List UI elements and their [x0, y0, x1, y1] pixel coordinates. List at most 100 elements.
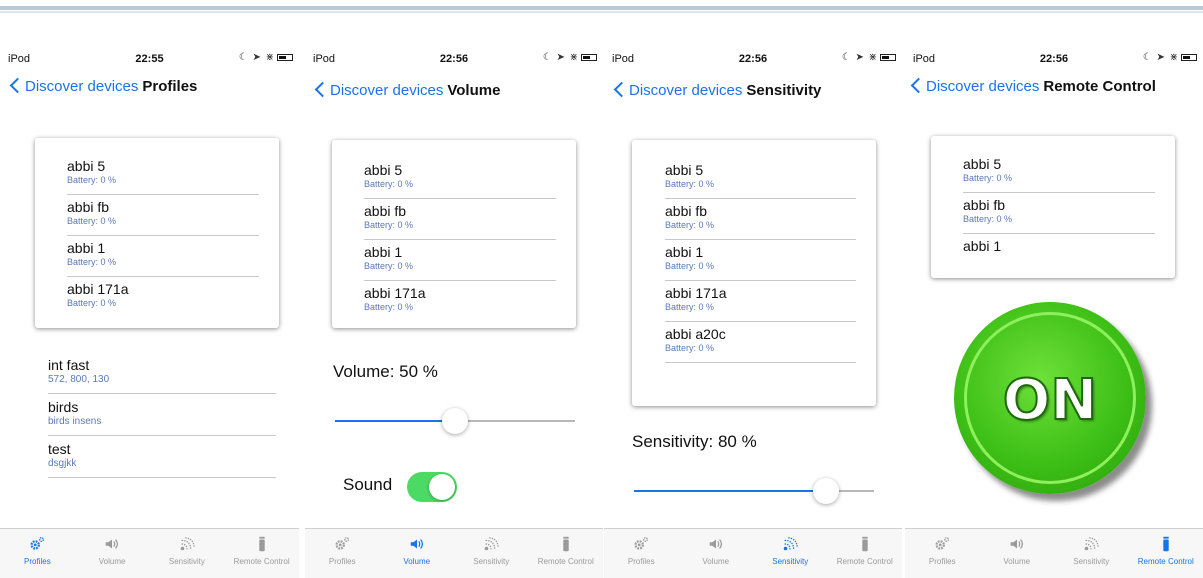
- device-battery: Battery: 0 %: [665, 302, 715, 312]
- tab-volume[interactable]: Volume: [75, 529, 150, 578]
- tab-remote-control[interactable]: Remote Control: [828, 529, 903, 578]
- device-row[interactable]: abbi fb Battery: 0 %: [963, 193, 1155, 234]
- device-row[interactable]: abbi 1 Battery: 0 %: [67, 236, 259, 277]
- device-row[interactable]: abbi fb Battery: 0 %: [364, 199, 556, 240]
- battery-icon: [1181, 53, 1197, 61]
- on-button[interactable]: ON: [954, 302, 1146, 494]
- tab-volume[interactable]: Volume: [380, 529, 455, 578]
- device-name: abbi 5: [665, 162, 704, 178]
- back-button[interactable]: Discover devices Volume: [314, 81, 500, 99]
- back-label: Discover devices: [330, 82, 444, 99]
- chevron-left-icon: [910, 77, 927, 94]
- tab-label: Sensitivity: [168, 557, 205, 566]
- tab-bar: Profiles Volume Sensitivity Remote Control: [305, 528, 603, 578]
- sensitivity-label: Sensitivity: 80 %: [632, 432, 757, 451]
- tab-label: Profiles: [24, 557, 51, 566]
- tab-remote-control[interactable]: Remote Control: [224, 529, 299, 578]
- sound-toggle[interactable]: [407, 472, 457, 502]
- device-name: abbi 5: [963, 156, 1002, 172]
- status-icons: ☾ ➤ ⋇: [1143, 52, 1197, 63]
- tab-volume[interactable]: Volume: [980, 529, 1055, 578]
- slider-knob[interactable]: [442, 408, 468, 434]
- tab-sensitivity[interactable]: Sensitivity: [753, 529, 828, 578]
- battery-icon: [880, 53, 896, 61]
- device-row[interactable]: abbi 1: [963, 234, 1155, 275]
- speaker-icon: [75, 529, 150, 557]
- screen-remote-control: iPod 22:56 ☾ ➤ ⋇ Discover devices Remote …: [905, 46, 1203, 578]
- tab-volume[interactable]: Volume: [679, 529, 754, 578]
- tab-bar: Profiles Volume Sensitivity Remote Control: [905, 528, 1203, 578]
- back-button[interactable]: Discover devices Profiles: [9, 77, 197, 95]
- device-row[interactable]: abbi fb Battery: 0 %: [665, 199, 856, 240]
- tab-sensitivity[interactable]: Sensitivity: [150, 529, 225, 578]
- tab-label: Remote Control: [1137, 557, 1194, 566]
- slider-knob[interactable]: [813, 478, 839, 504]
- device-row[interactable]: abbi 1 Battery: 0 %: [364, 240, 556, 281]
- device-row[interactable]: abbi 5 Battery: 0 %: [67, 154, 259, 195]
- device-name: abbi 5: [364, 162, 403, 178]
- tab-label: Remote Control: [233, 557, 290, 566]
- status-bar: iPod 22:56 ☾ ➤ ⋇: [905, 46, 1203, 68]
- gears-icon: [305, 529, 380, 557]
- profile-row[interactable]: birds birds insens: [48, 394, 276, 436]
- device-name: abbi fb: [364, 203, 407, 219]
- remote-icon: [1129, 529, 1203, 557]
- device-name: abbi 1: [665, 244, 704, 260]
- back-button[interactable]: Discover devices Sensitivity: [613, 81, 821, 99]
- back-label: Discover devices: [25, 78, 139, 95]
- chevron-left-icon: [613, 81, 630, 98]
- tab-remote-control[interactable]: Remote Control: [1129, 529, 1203, 578]
- back-button[interactable]: Discover devices Remote Control: [910, 77, 1156, 95]
- device-battery: Battery: 0 %: [364, 179, 414, 189]
- tab-profiles[interactable]: Profiles: [604, 529, 679, 578]
- tab-profiles[interactable]: Profiles: [305, 529, 380, 578]
- device-name: abbi fb: [963, 197, 1006, 213]
- tab-label: Remote Control: [537, 557, 594, 566]
- device-battery: Battery: 0 %: [67, 175, 117, 185]
- tab-sensitivity[interactable]: Sensitivity: [1054, 529, 1129, 578]
- tab-sensitivity[interactable]: Sensitivity: [454, 529, 529, 578]
- device-row[interactable]: abbi 5 Battery: 0 %: [364, 158, 556, 199]
- device-row[interactable]: abbi 5 Battery: 0 %: [963, 152, 1155, 193]
- tab-bar: Profiles Volume Sensitivity Remote Control: [604, 528, 902, 578]
- signal-icon: [150, 529, 225, 557]
- device-battery: Battery: 0 %: [665, 179, 715, 189]
- device-list-card: abbi 5 Battery: 0 % abbi fb Battery: 0 % a…: [632, 140, 876, 406]
- device-row[interactable]: abbi 5 Battery: 0 %: [665, 158, 856, 199]
- device-battery: Battery: 0 %: [963, 173, 1013, 183]
- chevron-left-icon: [9, 77, 26, 94]
- device-row[interactable]: abbi 171a Battery: 0 %: [364, 281, 556, 322]
- device-row[interactable]: abbi fb Battery: 0 %: [67, 195, 259, 236]
- device-row[interactable]: abbi 171a Battery: 0 %: [67, 277, 259, 318]
- volume-slider[interactable]: [335, 406, 575, 436]
- profile-row[interactable]: int fast 572, 800, 130: [48, 352, 276, 394]
- tab-profiles[interactable]: Profiles: [905, 529, 980, 578]
- device-battery: Battery: 0 %: [665, 261, 715, 271]
- speaker-icon: [380, 529, 455, 557]
- device-row[interactable]: abbi 1 Battery: 0 %: [665, 240, 856, 281]
- device-row[interactable]: abbi a20c Battery: 0 %: [665, 322, 856, 363]
- tab-profiles[interactable]: Profiles: [0, 529, 75, 578]
- signal-icon: [454, 529, 529, 557]
- status-bar: iPod 22:56 ☾ ➤ ⋇: [604, 46, 902, 68]
- profile-row[interactable]: test dsgjkk: [48, 436, 276, 478]
- remote-icon: [828, 529, 903, 557]
- device-row[interactable]: abbi 171a Battery: 0 %: [665, 281, 856, 322]
- device-battery: Battery: 0 %: [963, 214, 1013, 224]
- chevron-left-icon: [314, 81, 331, 98]
- back-label: Discover devices: [629, 82, 743, 99]
- tab-remote-control[interactable]: Remote Control: [529, 529, 604, 578]
- nav-bar: Discover devices Volume: [305, 80, 603, 106]
- device-battery: Battery: 0 %: [67, 257, 117, 267]
- signal-icon: [753, 529, 828, 557]
- device-name: abbi fb: [665, 203, 708, 219]
- status-bar: iPod 22:55 ☾ ➤ ⋇: [0, 46, 299, 68]
- decor-line: [0, 11, 1203, 13]
- device-battery: Battery: 0 %: [67, 298, 117, 308]
- sensitivity-slider[interactable]: [634, 476, 874, 506]
- slider-fill: [634, 490, 826, 492]
- device-list-card: abbi 5 Battery: 0 % abbi fb Battery: 0 % a…: [35, 138, 279, 328]
- device-name: abbi 171a: [364, 285, 426, 301]
- tab-label: Profiles: [928, 557, 956, 566]
- profile-detail: 572, 800, 130: [48, 374, 110, 385]
